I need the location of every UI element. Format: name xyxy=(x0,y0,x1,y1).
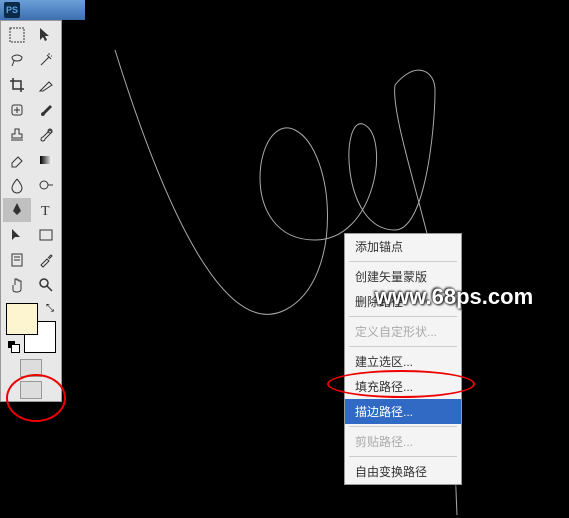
color-swatches: ⤡ xyxy=(6,303,56,353)
menu-add-anchor[interactable]: 添加锚点 xyxy=(345,234,461,259)
foreground-color-swatch[interactable] xyxy=(6,303,38,335)
menu-fill-path[interactable]: 填充路径... xyxy=(345,374,461,399)
default-colors-icon[interactable] xyxy=(8,341,20,353)
eyedropper-tool[interactable] xyxy=(32,248,60,272)
healing-tool[interactable] xyxy=(3,98,31,122)
menu-separator xyxy=(349,316,457,317)
menu-define-shape: 定义自定形状... xyxy=(345,319,461,344)
menu-make-selection[interactable]: 建立选区... xyxy=(345,349,461,374)
marquee-tool[interactable] xyxy=(3,23,31,47)
brush-tool[interactable] xyxy=(32,98,60,122)
dodge-tool[interactable] xyxy=(32,173,60,197)
history-brush-tool[interactable] xyxy=(32,123,60,147)
svg-text:T: T xyxy=(41,204,50,219)
swap-colors-icon[interactable]: ⤡ xyxy=(46,303,54,314)
magic-wand-tool[interactable] xyxy=(32,48,60,72)
shape-tool[interactable] xyxy=(32,223,60,247)
canvas[interactable] xyxy=(85,0,569,518)
menu-stroke-path[interactable]: 描边路径... xyxy=(345,399,461,424)
screenmode-button[interactable] xyxy=(20,381,42,399)
lasso-tool[interactable] xyxy=(3,48,31,72)
pen-tool[interactable] xyxy=(3,198,31,222)
move-tool[interactable] xyxy=(32,23,60,47)
crop-tool[interactable] xyxy=(3,73,31,97)
context-menu: 添加锚点 创建矢量蒙版 删除路径 定义自定形状... 建立选区... 填充路径.… xyxy=(344,233,462,485)
blur-tool[interactable] xyxy=(3,173,31,197)
hand-tool[interactable] xyxy=(3,273,31,297)
stamp-tool[interactable] xyxy=(3,123,31,147)
menu-free-transform[interactable]: 自由变换路径 xyxy=(345,459,461,484)
titlebar: PS xyxy=(0,0,85,20)
zoom-tool[interactable] xyxy=(32,273,60,297)
gradient-tool[interactable] xyxy=(32,148,60,172)
menu-separator xyxy=(349,346,457,347)
watermark-text: www.68ps.com xyxy=(375,284,533,310)
menu-separator xyxy=(349,261,457,262)
vector-path xyxy=(85,0,565,518)
type-tool[interactable]: T xyxy=(32,198,60,222)
eraser-tool[interactable] xyxy=(3,148,31,172)
app-logo: PS xyxy=(4,2,20,18)
menu-separator xyxy=(349,426,457,427)
menu-clip-path: 剪贴路径... xyxy=(345,429,461,454)
slice-tool[interactable] xyxy=(32,73,60,97)
quickmask-button[interactable] xyxy=(20,359,42,377)
toolbox: T ⤡ xyxy=(0,20,62,402)
path-select-tool[interactable] xyxy=(3,223,31,247)
menu-separator xyxy=(349,456,457,457)
notes-tool[interactable] xyxy=(3,248,31,272)
